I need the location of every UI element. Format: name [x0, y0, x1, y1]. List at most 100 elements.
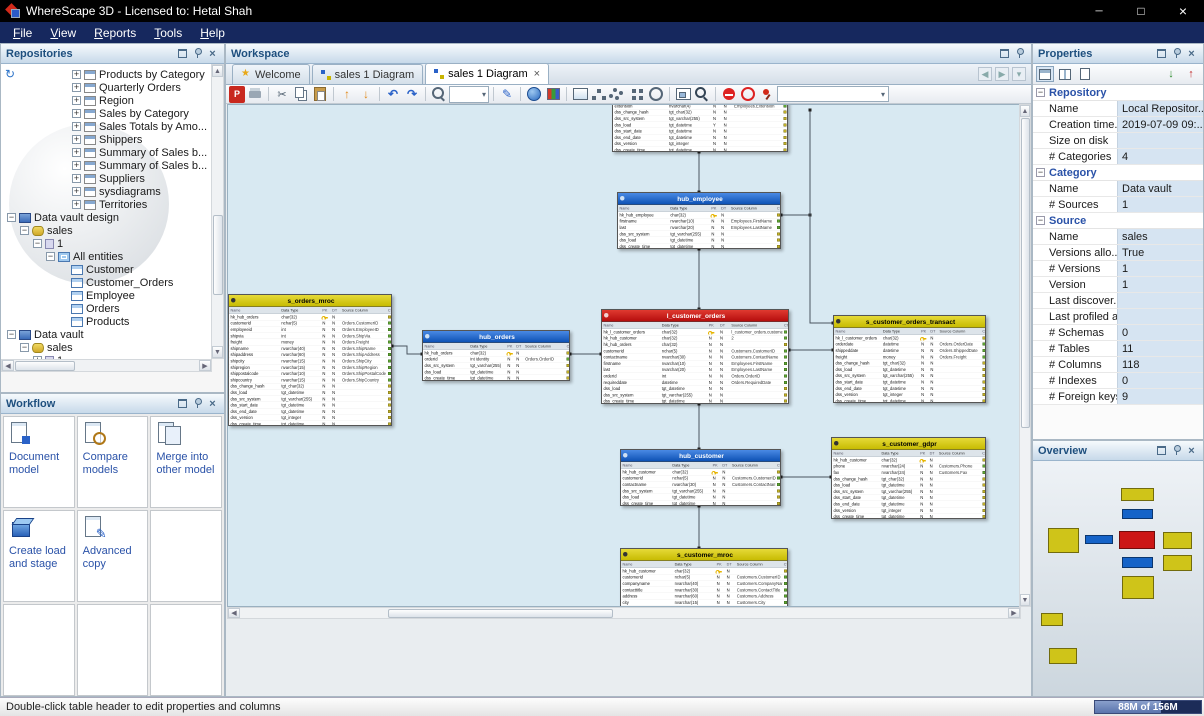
expand-icon[interactable]: +: [72, 187, 81, 196]
entity-table-s-customer-gdpr[interactable]: s_customer_gdpr Name Data Type PK DT Source C…: [831, 437, 986, 519]
overview-minimap[interactable]: [1033, 461, 1203, 696]
scroll-left-icon[interactable]: ◀: [228, 608, 240, 618]
table-row-shipaddress[interactable]: shipaddress nvarchar(60) N N Orders.ShipAddr…: [229, 352, 391, 359]
table-row-address[interactable]: address nvarchar(60) N N Customers.Address: [621, 593, 787, 600]
relationship-edge-9[interactable]: [809, 110, 833, 324]
tree-item-region[interactable]: + Region: [1, 94, 212, 107]
expand-icon[interactable]: +: [72, 148, 81, 157]
tree-item-products-by-category[interactable]: + Products by Category: [1, 68, 212, 81]
table-row-dss-create-time[interactable]: dss_create_time tgt_datetime N N: [613, 147, 787, 152]
scroll-up-icon[interactable]: ▲: [212, 65, 223, 77]
print-icon[interactable]: [246, 86, 264, 103]
layout-hierarchic-icon[interactable]: [590, 86, 608, 103]
scroll-left-icon[interactable]: ◀: [2, 360, 14, 371]
zoom-out-icon[interactable]: [430, 86, 448, 103]
entity-table-hub-customer[interactable]: hub_customer Name Data Type PK DT Source Colu…: [620, 449, 781, 506]
table-row-hk-hub-customer[interactable]: hk_hub_customer char(32) N N 2: [602, 335, 788, 342]
highlight-circle-icon[interactable]: [739, 86, 757, 103]
expand-icon[interactable]: +: [72, 200, 81, 209]
table-row-last[interactable]: last nvarchar(20) N N Employees.LastName: [602, 367, 788, 374]
tree-vertical-scrollbar[interactable]: ▲ ▼: [211, 64, 224, 359]
table-row-phone[interactable]: phone nvarchar(24) N N Customers.Phone: [832, 463, 985, 470]
tab-list-icon[interactable]: ▾: [1012, 67, 1026, 81]
menu-item-view[interactable]: View: [41, 24, 85, 42]
tree-horizontal-scrollbar[interactable]: ◀ ▶: [1, 359, 212, 372]
menu-item-tools[interactable]: Tools: [145, 24, 191, 42]
tree-item-shippers[interactable]: + Shippers: [1, 133, 212, 146]
table-row-orderdate[interactable]: orderdate datetime N N Orders.OrderDate: [834, 341, 985, 348]
table-header[interactable]: s_customer_gdpr: [832, 438, 985, 450]
table-row-hk-l-customer-orders[interactable]: hk_l_customer_orders char(32) Nl_customer_…: [602, 329, 788, 336]
table-row-contactname[interactable]: contactname nvarchar(30) N N Customers.Conta…: [602, 354, 788, 361]
table-row-shipname[interactable]: shipname nvarchar(40) N N Orders.ShipName: [229, 345, 391, 352]
pin-icon[interactable]: [758, 86, 776, 103]
expand-icon[interactable]: +: [72, 161, 81, 170]
table-row-shippeddate[interactable]: shippeddate datetime N N Orders.ShippedDate: [834, 348, 985, 354]
sort-desc-icon[interactable]: [1182, 66, 1200, 82]
scroll-tabs-right-icon[interactable]: ▶: [995, 67, 1009, 81]
entity-table-s-customer-mroc[interactable]: s_customer_mroc Name Data Type PK DT Source C…: [620, 548, 788, 606]
table-row-freight[interactable]: freight money N N Orders.Freight: [229, 339, 391, 346]
close-panel-icon[interactable]: [206, 397, 219, 410]
property-row-name[interactable]: Name sales: [1033, 229, 1203, 245]
collapse-icon[interactable]: −: [46, 252, 55, 261]
redo-icon[interactable]: [403, 86, 421, 103]
layout-circular-icon[interactable]: [647, 86, 665, 103]
view-grid-icon[interactable]: [1036, 66, 1054, 82]
tab-sales-1-diagram-2[interactable]: sales 1 Diagram ×: [425, 63, 550, 84]
table-header[interactable]: hub_orders: [423, 331, 569, 343]
tree-vscroll-thumb[interactable]: [213, 215, 223, 295]
collapse-icon[interactable]: −: [33, 239, 42, 248]
table-row-shipcountry[interactable]: shipcountry nvarchar(15) N N Orders.ShipCoun…: [229, 377, 391, 384]
tree-item-suppliers[interactable]: + Suppliers: [1, 172, 212, 185]
pin-panel-icon[interactable]: [191, 397, 204, 410]
layout-organic-icon[interactable]: [609, 86, 627, 103]
tree-item-customer-orders[interactable]: Customer_Orders: [1, 276, 212, 289]
table-header[interactable]: s_customer_mroc: [621, 549, 787, 561]
table-row-employeeid[interactable]: employeeid int N N Orders.EmployeeID: [229, 327, 391, 333]
canvas-hscroll-thumb[interactable]: [388, 609, 613, 618]
entity-table-l-customer-orders[interactable]: l_customer_orders Name Data Type PK DT Source…: [601, 309, 789, 404]
tree-item-summary-of-sales-b[interactable]: + Summary of Sales b...: [1, 146, 212, 159]
property-row-name[interactable]: Name Data vault: [1033, 181, 1203, 197]
expand-icon[interactable]: +: [72, 135, 81, 144]
property-row-schemas[interactable]: # Schemas 0: [1033, 325, 1203, 341]
pin-panel-icon[interactable]: [1170, 47, 1183, 60]
scroll-tabs-left-icon[interactable]: ◀: [978, 67, 992, 81]
tree-item-all-entities[interactable]: − All entities: [1, 250, 212, 263]
expand-icon[interactable]: +: [72, 96, 81, 105]
table-row-orderid[interactable]: orderid int identity N N Orders.OrderID: [423, 356, 569, 363]
table-row-firstname[interactable]: firstname nvarchar(10) N N Employees.FirstNa…: [618, 218, 780, 225]
tree-item-territories[interactable]: + Territories: [1, 198, 212, 211]
sort-asc-icon[interactable]: [1162, 66, 1180, 82]
property-row-versions[interactable]: # Versions 1: [1033, 261, 1203, 277]
close-tab-icon[interactable]: ×: [534, 68, 540, 80]
table-row-customerid[interactable]: customerid nchar(5) N N Customers.CustomerID: [621, 475, 780, 482]
entity-table-s-customer-orders-transact[interactable]: s_customer_orders_transact Name Data Type P…: [833, 315, 986, 404]
menu-item-reports[interactable]: Reports: [85, 24, 145, 42]
find-icon[interactable]: [693, 86, 711, 103]
table-row-dss-create-time[interactable]: dss_create_time tgt_datetime N N: [834, 398, 985, 403]
undo-icon[interactable]: [384, 86, 402, 103]
move-up-icon[interactable]: [338, 86, 356, 103]
table-row-requireddate[interactable]: requireddate datetime N N Orders.RequiredDat…: [602, 379, 788, 386]
expand-icon[interactable]: +: [72, 109, 81, 118]
table-header[interactable]: hub_customer: [621, 450, 780, 462]
table-header[interactable]: s_orders_mroc: [229, 295, 391, 307]
collapse-icon[interactable]: −: [7, 213, 16, 222]
tree-item-1[interactable]: −1: [1, 237, 212, 250]
tree-item-sales[interactable]: − sales: [1, 224, 212, 237]
workflow-item-advanced-copy[interactable]: Advanced copy: [76, 510, 149, 602]
float-panel-icon[interactable]: [998, 47, 1011, 60]
table-row-contacttitle[interactable]: contacttitle nvarchar(30) N N Customers.Cont…: [621, 587, 787, 594]
entity-table-s-orders-mroc[interactable]: s_orders_mroc Name Data Type PK DT Source Col…: [228, 294, 392, 427]
close-panel-icon[interactable]: [1185, 444, 1198, 457]
property-group-category[interactable]: − Category: [1033, 165, 1203, 181]
workflow-item-document-model[interactable]: Document model: [3, 416, 75, 508]
property-group-repository[interactable]: − Repository: [1033, 85, 1203, 101]
tree-item-summary-of-sales-b[interactable]: + Summary of Sales b...: [1, 159, 212, 172]
tree-hscroll-thumb[interactable]: [15, 361, 75, 371]
line-style-icon[interactable]: [498, 86, 516, 103]
table-row-contactname[interactable]: contactname nvarchar(30) N N Customers.Conta…: [621, 482, 780, 488]
diagram-canvas[interactable]: s_employee_mrocNameData TypePKDTSource C…: [227, 104, 1021, 607]
